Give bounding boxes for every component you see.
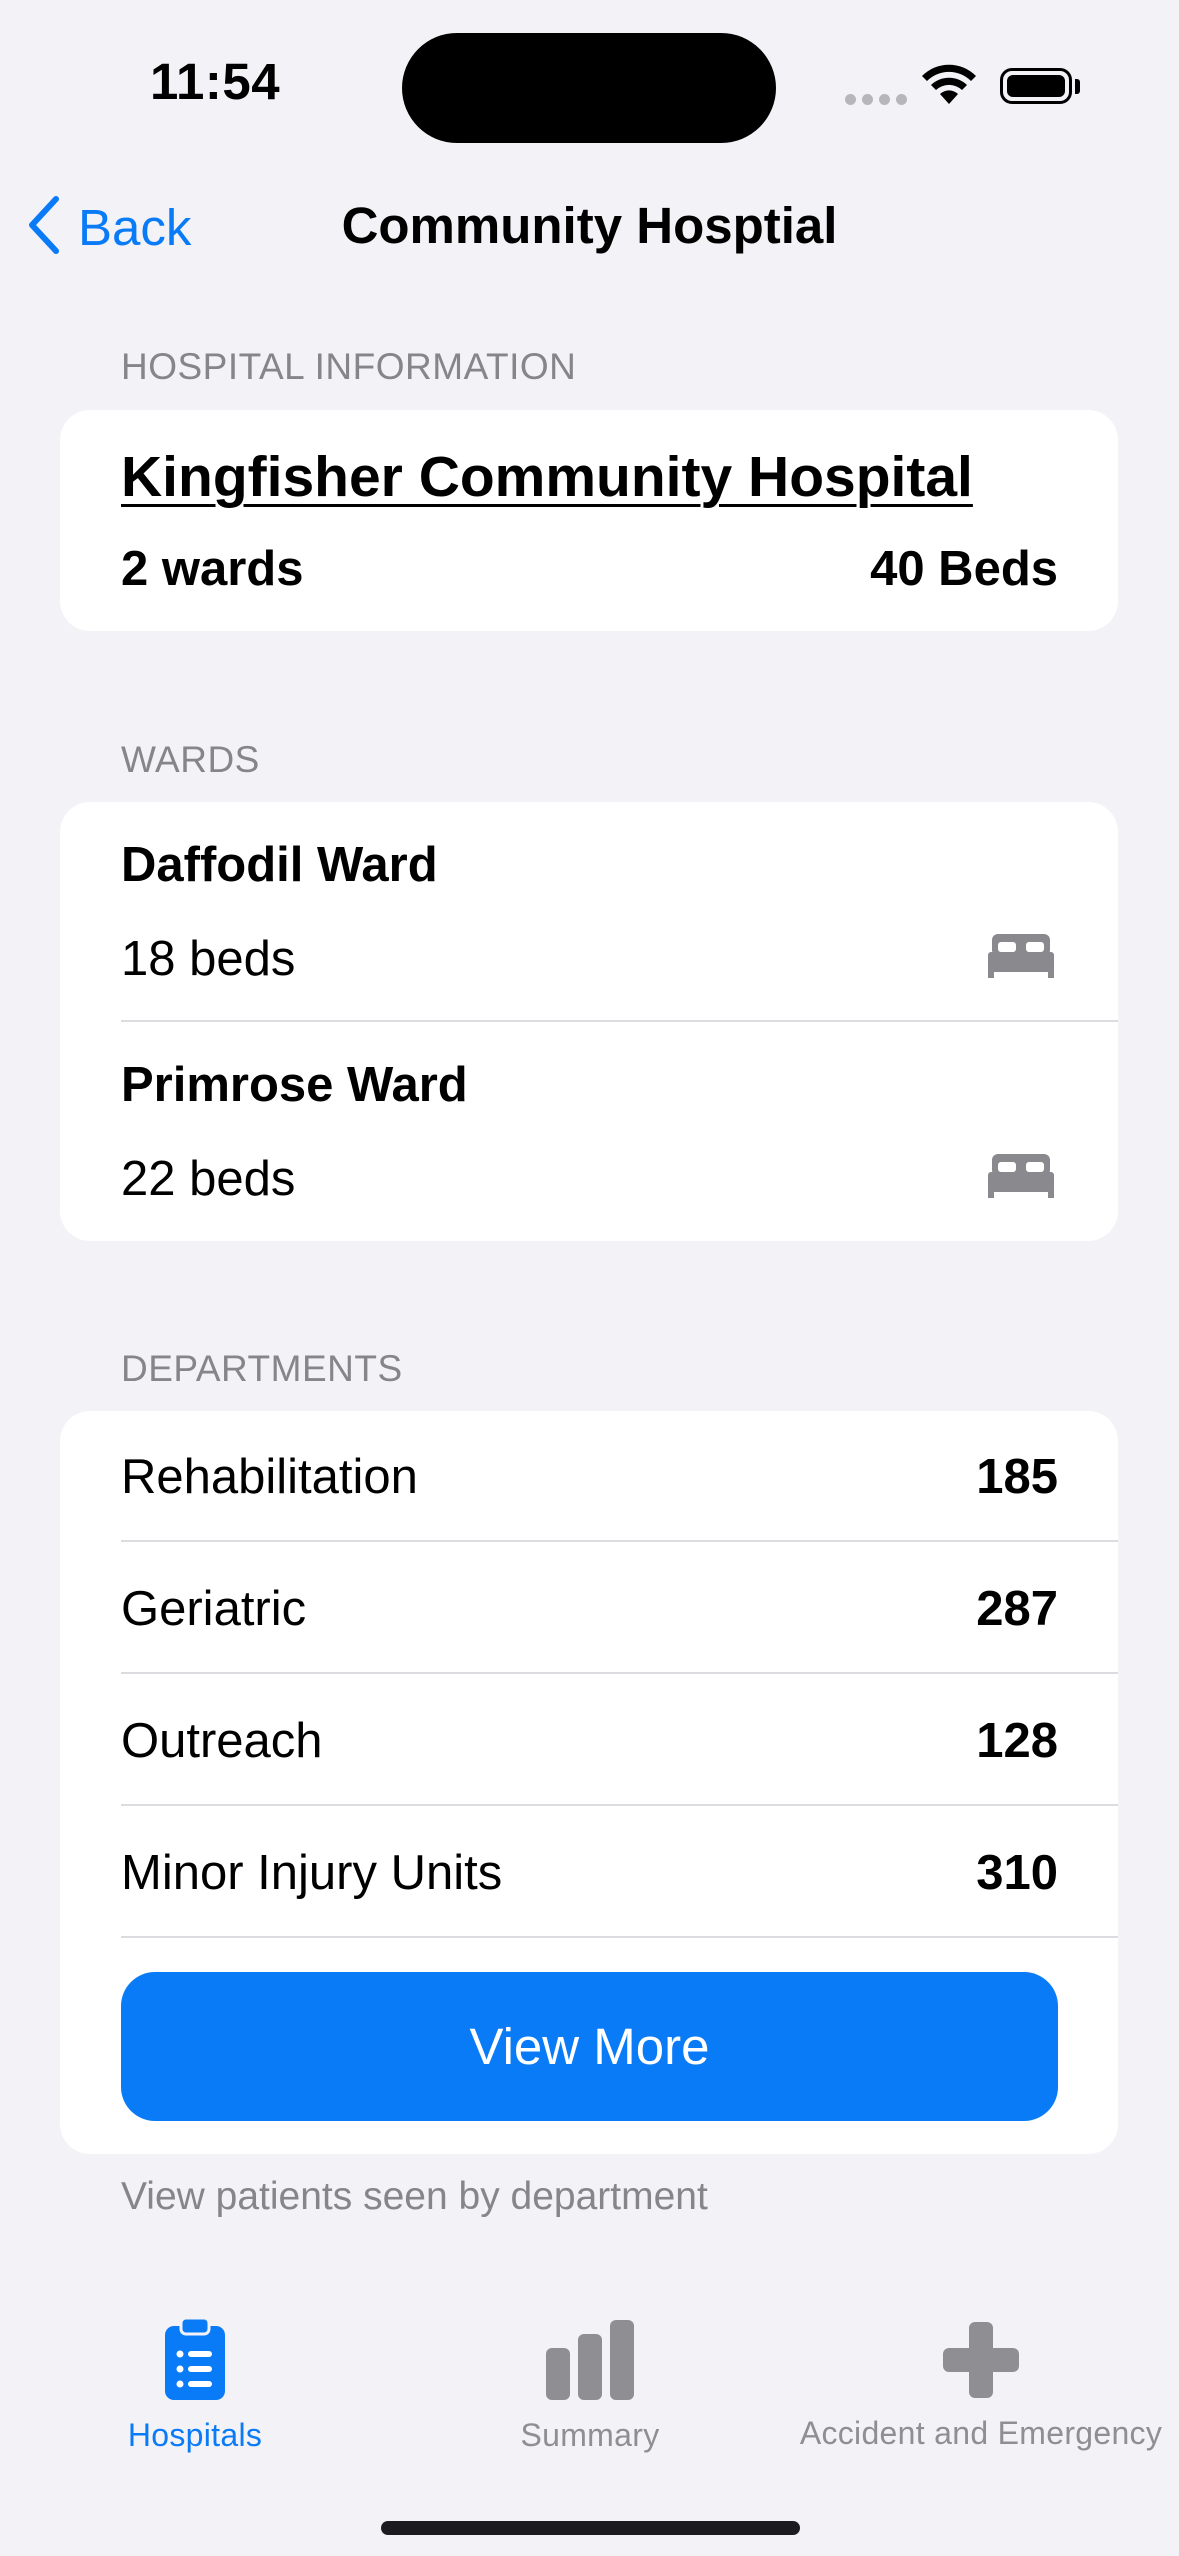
tab-accident-emergency[interactable]: Accident and Emergency (798, 2318, 1164, 2452)
view-more-button[interactable]: View More (121, 1972, 1058, 2121)
ward-divider (121, 1020, 1118, 1022)
wifi-icon (921, 64, 977, 111)
tab-label: Hospitals (127, 2417, 263, 2453)
department-name: Outreach (121, 1714, 323, 1768)
hospital-bed-count: 40 Beds (870, 542, 1058, 596)
department-value: 128 (976, 1714, 1058, 1768)
battery-icon (1000, 68, 1072, 104)
page-title: Community Hosptial (341, 197, 838, 254)
ward-beds: 22 beds (121, 1152, 296, 1206)
department-name: Geriatric (121, 1582, 307, 1636)
bed-icon (988, 1154, 1054, 1203)
tab-hospitals[interactable]: Hospitals (120, 2316, 270, 2454)
ward-name: Daffodil Ward (121, 838, 438, 892)
department-name: Minor Injury Units (121, 1846, 503, 1900)
plus-cross-icon (943, 2318, 1019, 2403)
department-divider (121, 1936, 1118, 1938)
department-name: Rehabilitation (121, 1450, 418, 1504)
status-time: 11:54 (150, 53, 281, 110)
department-value: 310 (976, 1846, 1058, 1900)
tab-label: Accident and Emergency (799, 2415, 1163, 2451)
bar-chart-icon (546, 2318, 634, 2405)
home-indicator[interactable] (381, 2521, 800, 2535)
hospital-name-link[interactable]: Kingfisher Community Hospital (121, 444, 973, 510)
tab-label: Summary (520, 2417, 660, 2453)
battery-cap (1075, 79, 1080, 94)
hospital-info-header: HOSPITAL INFORMATION (121, 346, 577, 387)
department-divider (121, 1672, 1118, 1674)
dynamic-island (402, 33, 776, 143)
wards-header: WARDS (121, 739, 260, 780)
cellular-signal-icon (845, 94, 907, 105)
departments-header: DEPARTMENTS (121, 1348, 403, 1389)
clipboard-list-icon (165, 2316, 225, 2405)
department-divider (121, 1540, 1118, 1542)
tab-summary[interactable]: Summary (500, 2318, 680, 2454)
department-value: 185 (976, 1450, 1058, 1504)
ward-name: Primrose Ward (121, 1058, 468, 1112)
ward-beds: 18 beds (121, 932, 296, 986)
bed-icon (988, 934, 1054, 983)
hospital-ward-count: 2 wards (121, 542, 304, 596)
department-value: 287 (976, 1582, 1058, 1636)
departments-footer-note: View patients seen by department (121, 2175, 708, 2218)
department-divider (121, 1804, 1118, 1806)
